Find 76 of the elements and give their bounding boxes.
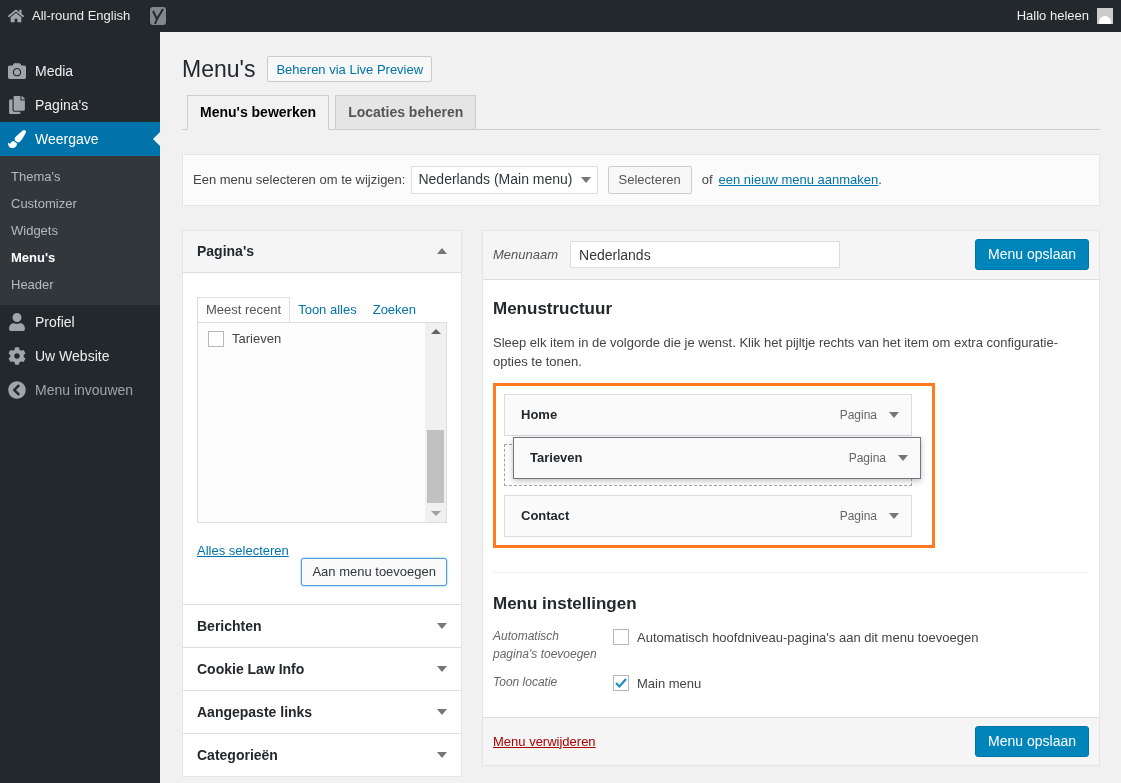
select-button[interactable]: Selecteren (607, 165, 692, 194)
save-menu-button[interactable]: Menu opslaan (975, 239, 1089, 270)
setting-option[interactable]: Main menu (637, 673, 702, 693)
period-text: . (878, 170, 882, 189)
submenu-item[interactable]: Customizer (0, 190, 160, 217)
menu-name-field[interactable]: Nederlands (570, 241, 841, 268)
or-text: of (701, 170, 713, 189)
pages-icon (8, 96, 26, 114)
sidebar-item[interactable]: Pagina's (0, 88, 160, 122)
menu-item-title: Tarieven (530, 449, 584, 468)
accordion-header[interactable]: Cookie Law Info (183, 648, 461, 690)
site-title[interactable]: All-round English (32, 6, 131, 26)
menu-item-title: Home (521, 406, 559, 425)
accordion-header[interactable]: Pagina's (183, 230, 461, 273)
sidebar-item[interactable]: Weergave (0, 122, 160, 156)
menu-item[interactable]: Contact Pagina (504, 495, 912, 537)
structure-heading: Menustructuur (493, 297, 613, 320)
setting-option[interactable]: Automatisch hoofdniveau-pagina's aan dit menu toevoegen (637, 627, 979, 647)
menu-name-label: Menunaam (493, 245, 559, 264)
menu-item-type: Pagina (848, 450, 886, 467)
user-icon (8, 313, 26, 331)
panel-tab[interactable]: Meest recent (197, 296, 291, 323)
caret-icon[interactable] (437, 666, 447, 672)
caret-icon[interactable] (580, 176, 591, 183)
submenu-item[interactable]: Widgets (0, 217, 160, 244)
tab[interactable]: Locaties beheren (335, 94, 477, 130)
submenu-item[interactable]: Menu's (0, 244, 160, 271)
menu-item-title: Contact (521, 507, 571, 526)
select-label: Een menu selecteren om te wijzigen: (193, 170, 406, 189)
add-to-menu-button[interactable]: Aan menu toevoegen (301, 558, 447, 586)
caret-icon[interactable] (437, 752, 447, 758)
caret-icon[interactable] (437, 709, 447, 715)
menu-select[interactable]: Nederlands (Main menu) (411, 165, 598, 194)
greeting[interactable]: Hallo heleen (1016, 6, 1089, 26)
caret-icon[interactable] (889, 412, 899, 418)
settings-heading: Menu instellingen (493, 593, 638, 615)
setting-label: Automatisch pagina's toevoegen (493, 627, 598, 663)
collapse-arrow-icon (8, 381, 26, 399)
submenu-item[interactable]: Header (0, 271, 160, 298)
caret-icon[interactable] (437, 248, 447, 254)
sidebar-item[interactable]: Menu invouwen (0, 373, 160, 407)
pointer-notch-icon (153, 132, 160, 146)
select-all-link[interactable]: Alles selecteren (197, 540, 289, 560)
y-logo-icon[interactable] (150, 7, 167, 25)
panel-tab[interactable]: Toon alles (290, 296, 365, 323)
live-preview-button[interactable]: Beheren via Live Preview (267, 56, 433, 83)
menu-item[interactable]: Home Pagina (504, 394, 912, 436)
panel-tab[interactable]: Zoeken (364, 296, 425, 323)
tab[interactable]: Menu's bewerken (187, 94, 330, 130)
accordion-header[interactable]: Aangepaste links (183, 691, 461, 733)
sidebar-item[interactable]: Uw Website (0, 339, 160, 373)
page-item-label[interactable]: Tarieven (232, 328, 282, 349)
checkbox[interactable] (208, 330, 224, 347)
accordion-header[interactable]: Categorieën (183, 734, 461, 776)
caret-icon[interactable] (437, 623, 447, 629)
menu-item[interactable]: Tarieven Pagina (513, 437, 921, 479)
home-icon[interactable] (8, 8, 24, 24)
sidebar-item[interactable]: Profiel (0, 305, 160, 339)
structure-description: Sleep elk item in de volgorde die je wenst. Klik het pijltje rechts van het item om extra configuratie-opties te tonen. (493, 334, 1060, 371)
paintbrush-icon (8, 130, 26, 148)
scrollbar-drawing[interactable] (425, 322, 446, 522)
menu-item-type: Pagina (839, 508, 877, 525)
gear-icon (8, 347, 26, 365)
accordion-header[interactable]: Berichten (183, 605, 461, 647)
menu-item-type: Pagina (839, 407, 877, 424)
camera-icon (8, 62, 26, 80)
submenu-item[interactable]: Thema's (0, 163, 160, 190)
caret-icon[interactable] (889, 513, 899, 519)
sidebar-item[interactable]: Media (0, 54, 160, 88)
save-menu-button[interactable]: Menu opslaan (975, 726, 1089, 757)
checkbox[interactable] (613, 629, 629, 646)
setting-label: Toon locatie (493, 673, 559, 691)
checkbox[interactable] (613, 675, 629, 692)
caret-icon[interactable] (898, 455, 908, 461)
page-title: Menu's (182, 55, 256, 84)
delete-menu-link[interactable]: Menu verwijderen (493, 731, 596, 752)
